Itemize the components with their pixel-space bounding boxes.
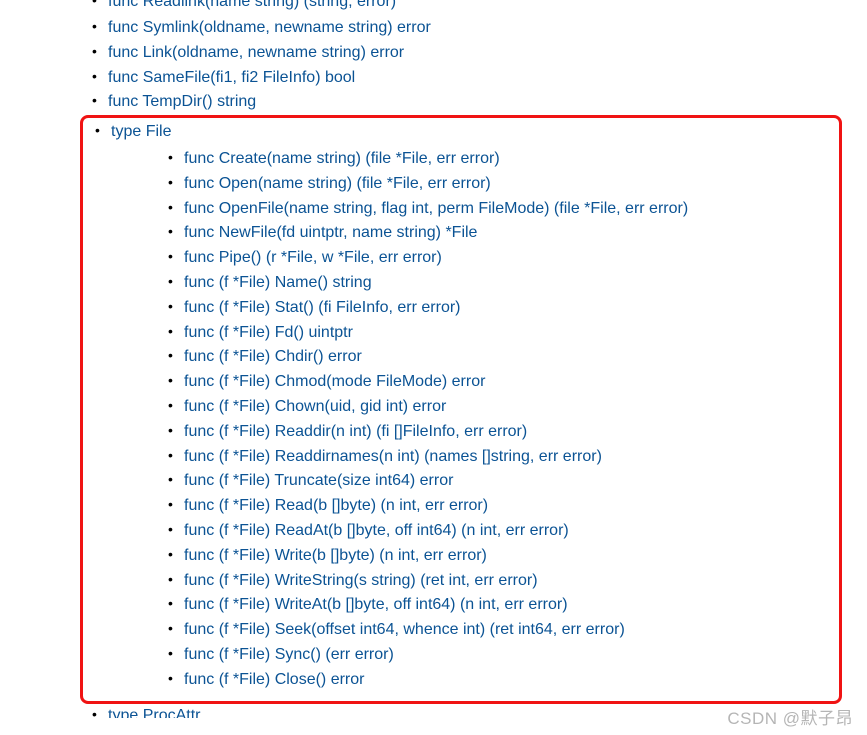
- file-methods-list: func Create(name string) (file *File, er…: [111, 145, 829, 695]
- func-link[interactable]: func (f *File) Chmod(mode FileMode) erro…: [184, 373, 485, 390]
- list-item: func (f *File) WriteAt(b []byte, off int…: [166, 593, 829, 618]
- list-item: type ProcAttr: [90, 704, 867, 718]
- list-item: func NewFile(fd uintptr, name string) *F…: [166, 221, 829, 246]
- func-link[interactable]: func (f *File) Stat() (fi FileInfo, err …: [184, 299, 461, 316]
- list-item: func (f *File) Close() error: [166, 668, 829, 693]
- list-item: func (f *File) WriteString(s string) (re…: [166, 569, 829, 594]
- func-link[interactable]: func TempDir() string: [108, 93, 256, 110]
- func-link[interactable]: func Open(name string) (file *File, err …: [184, 175, 491, 192]
- list-item: func (f *File) Chmod(mode FileMode) erro…: [166, 370, 829, 395]
- list-item: func (f *File) Sync() (err error): [166, 643, 829, 668]
- func-link[interactable]: func (f *File) Seek(offset int64, whence…: [184, 621, 625, 638]
- list-item: func (f *File) Chown(uid, gid int) error: [166, 395, 829, 420]
- list-item: func (f *File) Read(b []byte) (n int, er…: [166, 494, 829, 519]
- func-link[interactable]: func Symlink(oldname, newname string) er…: [108, 19, 431, 36]
- func-link[interactable]: func (f *File) Name() string: [184, 274, 372, 291]
- func-link[interactable]: func Link(oldname, newname string) error: [108, 44, 404, 61]
- func-link[interactable]: func (f *File) Fd() uintptr: [184, 324, 353, 341]
- func-link[interactable]: func (f *File) Truncate(size int64) erro…: [184, 472, 453, 489]
- func-link[interactable]: func (f *File) WriteAt(b []byte, off int…: [184, 596, 568, 613]
- type-link[interactable]: type ProcAttr: [108, 707, 200, 718]
- list-item: func Symlink(oldname, newname string) er…: [90, 16, 867, 41]
- func-link[interactable]: func (f *File) Chdir() error: [184, 348, 362, 365]
- func-link[interactable]: func Readlink(name string) (string, erro…: [108, 0, 396, 10]
- list-item: func (f *File) Write(b []byte) (n int, e…: [166, 544, 829, 569]
- func-link[interactable]: func (f *File) Readdir(n int) (fi []File…: [184, 423, 527, 440]
- list-item: func (f *File) Seek(offset int64, whence…: [166, 618, 829, 643]
- list-item: func OpenFile(name string, flag int, per…: [166, 197, 829, 222]
- func-link[interactable]: func Pipe() (r *File, w *File, err error…: [184, 249, 442, 266]
- list-item: func (f *File) ReadAt(b []byte, off int6…: [166, 519, 829, 544]
- list-item: func SameFile(fi1, fi2 FileInfo) bool: [90, 66, 867, 91]
- func-link[interactable]: func (f *File) Sync() (err error): [184, 646, 394, 663]
- list-item: func (f *File) Readdir(n int) (fi []File…: [166, 420, 829, 445]
- type-link[interactable]: type File: [111, 123, 171, 140]
- list-item: func Pipe() (r *File, w *File, err error…: [166, 246, 829, 271]
- list-item: func (f *File) Stat() (fi FileInfo, err …: [166, 296, 829, 321]
- func-link[interactable]: func (f *File) Close() error: [184, 671, 364, 688]
- func-link[interactable]: func (f *File) Chown(uid, gid int) error: [184, 398, 446, 415]
- list-item: func Create(name string) (file *File, er…: [166, 147, 829, 172]
- func-link[interactable]: func SameFile(fi1, fi2 FileInfo) bool: [108, 69, 355, 86]
- list-item: func Link(oldname, newname string) error: [90, 41, 867, 66]
- list-item: func (f *File) Truncate(size int64) erro…: [166, 469, 829, 494]
- list-item: func (f *File) Chdir() error: [166, 345, 829, 370]
- list-item: func Open(name string) (file *File, err …: [166, 172, 829, 197]
- func-link[interactable]: func NewFile(fd uintptr, name string) *F…: [184, 224, 477, 241]
- func-link[interactable]: func OpenFile(name string, flag int, per…: [184, 200, 688, 217]
- top-function-list: func Symlink(oldname, newname string) er…: [0, 16, 867, 115]
- list-item: func (f *File) Readdirnames(n int) (name…: [166, 445, 829, 470]
- func-link[interactable]: func Create(name string) (file *File, er…: [184, 150, 500, 167]
- func-link[interactable]: func (f *File) Write(b []byte) (n int, e…: [184, 547, 487, 564]
- type-file-item: type File func Create(name string) (file…: [93, 120, 829, 694]
- func-link[interactable]: func (f *File) ReadAt(b []byte, off int6…: [184, 522, 569, 539]
- list-item: func TempDir() string: [90, 90, 867, 115]
- list-item: func (f *File) Fd() uintptr: [166, 321, 829, 346]
- func-link[interactable]: func (f *File) WriteString(s string) (re…: [184, 572, 538, 589]
- func-link[interactable]: func (f *File) Readdirnames(n int) (name…: [184, 448, 602, 465]
- highlighted-section: type File func Create(name string) (file…: [80, 115, 842, 703]
- func-link[interactable]: func (f *File) Read(b []byte) (n int, er…: [184, 497, 488, 514]
- list-item: func Readlink(name string) (string, erro…: [90, 0, 867, 15]
- list-item: func (f *File) Name() string: [166, 271, 829, 296]
